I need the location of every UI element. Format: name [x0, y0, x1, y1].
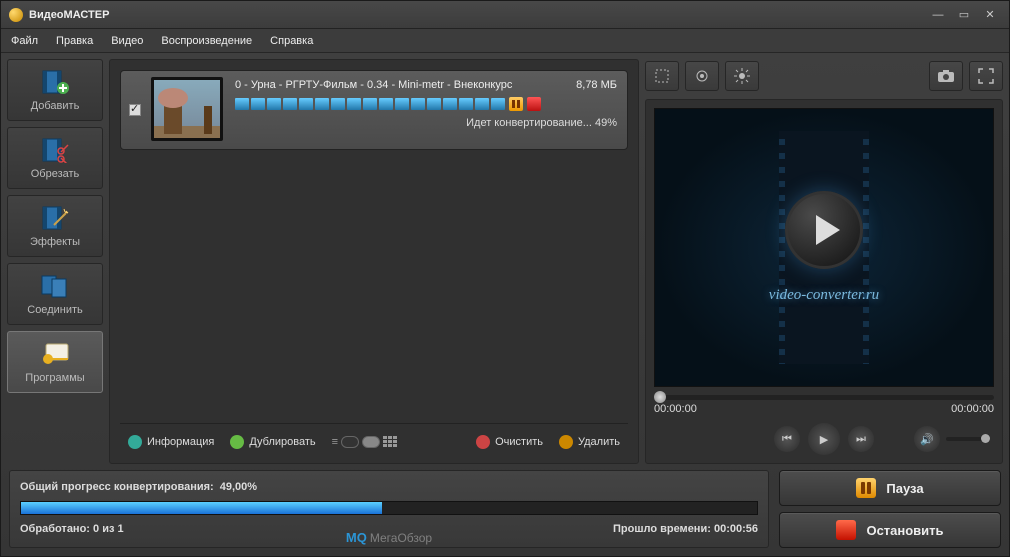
stop-icon	[836, 520, 856, 540]
info-icon	[128, 435, 142, 449]
progress-panel: Общий прогресс конвертирования: 49,00% О…	[9, 470, 769, 548]
duplicate-button[interactable]: Дублировать	[230, 435, 315, 449]
snapshot-button[interactable]	[929, 61, 963, 91]
preview-url: video-converter.ru	[769, 287, 879, 304]
clear-icon	[476, 435, 490, 449]
maximize-button[interactable]: ▭	[953, 7, 975, 23]
sidebar-programs-label: Программы	[25, 372, 84, 384]
menu-help[interactable]: Справка	[270, 35, 313, 47]
sidebar: Добавить Обрезать Эффекты Соединить	[7, 59, 103, 464]
preview-panel: video-converter.ru 00:00:00 00:00:00 ⏮ ▶…	[645, 99, 1003, 464]
right-panel: video-converter.ru 00:00:00 00:00:00 ⏮ ▶…	[645, 59, 1003, 464]
delete-icon	[559, 435, 573, 449]
volume-slider[interactable]	[946, 437, 990, 441]
key-card-icon	[38, 340, 72, 368]
file-status: Идет конвертирование... 49%	[235, 117, 617, 129]
sidebar-add-label: Добавить	[31, 100, 80, 112]
list-toolbar: Информация Дублировать ≡ Очистить Удалит…	[120, 423, 628, 453]
brightness-button[interactable]	[725, 61, 759, 91]
seek-slider[interactable]	[654, 395, 994, 400]
elapsed-value: 00:00:56	[714, 523, 758, 535]
time-current: 00:00:00	[654, 403, 697, 415]
file-name: 0 - Урна - РГРТУ-Фильм - 0.34 - Mini-met…	[235, 79, 564, 91]
info-button[interactable]: Информация	[128, 435, 214, 449]
stop-button[interactable]: Остановить	[779, 512, 1001, 548]
sidebar-add[interactable]: Добавить	[7, 59, 103, 121]
sidebar-join-label: Соединить	[27, 304, 83, 316]
file-row[interactable]: 0 - Урна - РГРТУ-Фильм - 0.34 - Mini-met…	[120, 70, 628, 150]
mute-button[interactable]: 🔊	[914, 426, 940, 452]
app-title: ВидеоМАСТЕР	[29, 9, 109, 21]
film-plus-icon	[38, 68, 72, 96]
bottom-area: Общий прогресс конвертирования: 49,00% О…	[1, 470, 1009, 556]
main-area: Добавить Обрезать Эффекты Соединить	[1, 53, 1009, 470]
file-progress-bar	[235, 97, 617, 111]
play-disc-icon	[785, 191, 863, 269]
settings-button[interactable]	[685, 61, 719, 91]
sidebar-trim-label: Обрезать	[31, 168, 80, 180]
app-window: ВидеоМАСТЕР — ▭ ✕ Файл Правка Видео Восп…	[0, 0, 1010, 557]
menubar: Файл Правка Видео Воспроизведение Справк…	[1, 29, 1009, 53]
film-wand-icon	[38, 204, 72, 232]
file-thumbnail	[151, 77, 223, 141]
menu-video[interactable]: Видео	[111, 35, 143, 47]
sidebar-effects-label: Эффекты	[30, 236, 80, 248]
time-total: 00:00:00	[951, 403, 994, 415]
sidebar-join[interactable]: Соединить	[7, 263, 103, 325]
crop-button[interactable]	[645, 61, 679, 91]
overall-progress-bar	[20, 501, 758, 515]
delete-button[interactable]: Удалить	[559, 435, 620, 449]
sidebar-programs[interactable]: Программы	[7, 331, 103, 393]
prev-button[interactable]: ⏮	[774, 426, 800, 452]
file-info: 0 - Урна - РГРТУ-Фильм - 0.34 - Mini-met…	[231, 77, 621, 143]
app-logo-icon	[9, 8, 23, 22]
minimize-button[interactable]: —	[927, 7, 949, 23]
watermark: MQМегаОбзор	[346, 530, 432, 545]
view-toggle[interactable]: ≡	[332, 436, 397, 448]
menu-playback[interactable]: Воспроизведение	[161, 35, 252, 47]
center-panel: 0 - Урна - РГРТУ-Фильм - 0.34 - Mini-met…	[109, 59, 639, 464]
playback-controls: ⏮ ▶ ⏭ 🔊	[654, 423, 994, 455]
progress-label: Общий прогресс конвертирования:	[20, 481, 214, 493]
preview-screen: video-converter.ru	[654, 108, 994, 387]
action-panel: Пауза Остановить	[779, 470, 1001, 548]
play-button[interactable]: ▶	[808, 423, 840, 455]
next-button[interactable]: ⏭	[848, 426, 874, 452]
file-list-panel: 0 - Урна - РГРТУ-Фильм - 0.34 - Mini-met…	[109, 59, 639, 464]
titlebar: ВидеоМАСТЕР — ▭ ✕	[1, 1, 1009, 29]
file-checkbox[interactable]	[129, 104, 141, 116]
sidebar-trim[interactable]: Обрезать	[7, 127, 103, 189]
clear-button[interactable]: Очистить	[476, 435, 543, 449]
pause-button[interactable]: Пауза	[779, 470, 1001, 506]
menu-file[interactable]: Файл	[11, 35, 38, 47]
pause-icon	[856, 478, 876, 498]
duplicate-icon	[230, 435, 244, 449]
file-stop-button[interactable]	[527, 97, 541, 111]
sidebar-effects[interactable]: Эффекты	[7, 195, 103, 257]
progress-percent: 49,00%	[220, 481, 257, 493]
menu-edit[interactable]: Правка	[56, 35, 93, 47]
close-button[interactable]: ✕	[979, 7, 1001, 23]
processed-value: 0 из 1	[93, 523, 124, 535]
file-pause-button[interactable]	[509, 97, 523, 111]
fullscreen-button[interactable]	[969, 61, 1003, 91]
film-join-icon	[38, 272, 72, 300]
preview-toolbar	[645, 59, 1003, 93]
file-size: 8,78 МБ	[576, 79, 617, 91]
film-scissors-icon	[38, 136, 72, 164]
